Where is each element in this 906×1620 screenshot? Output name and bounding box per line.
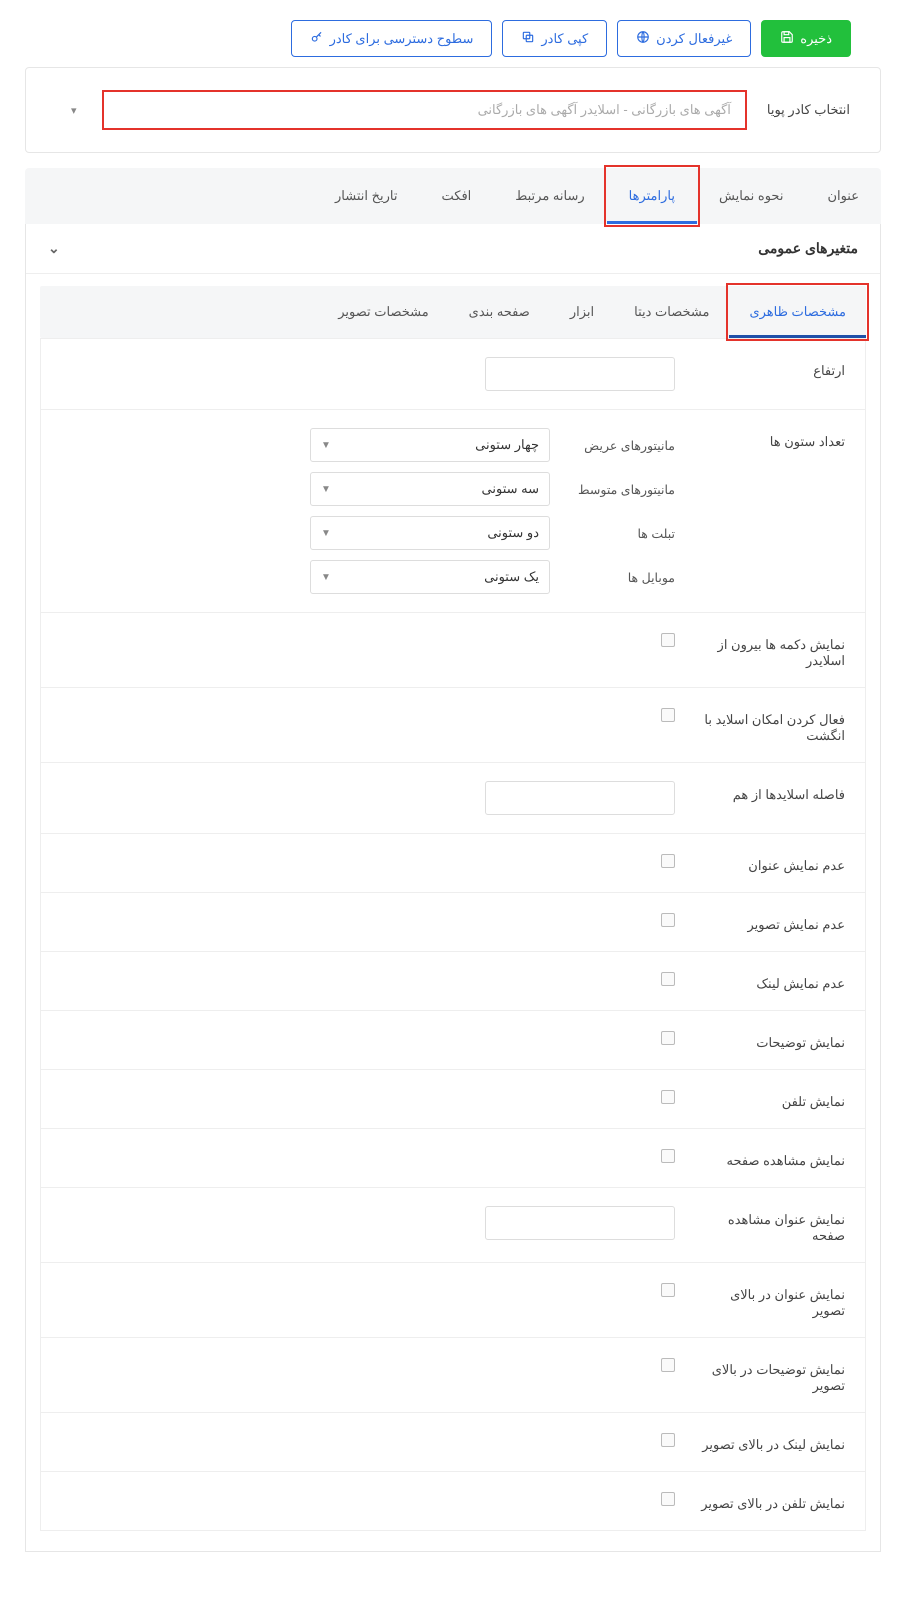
tab-media[interactable]: رسانه مرتبط [493, 168, 606, 224]
sublabel-wide: مانیتورهای عریض [565, 438, 675, 453]
field-label: فعال کردن امکان اسلاید با انگشت [695, 706, 845, 744]
tab-parameters[interactable]: پارامترها [607, 168, 697, 224]
mobiles-select[interactable]: یک ستونی ▼ [310, 560, 550, 594]
button-label: غیرفعال کردن [656, 31, 732, 47]
field-label: ارتفاع [695, 357, 845, 379]
row-columns: تعداد ستون ها مانیتورهای عریض چهار ستونی… [40, 410, 866, 613]
copy-icon [521, 30, 535, 47]
title-over-image-checkbox[interactable] [661, 1283, 675, 1297]
field-label: تعداد ستون ها [695, 428, 845, 450]
copy-button[interactable]: کپی کادر [502, 20, 607, 57]
field-label: فاصله اسلایدها از هم [695, 781, 845, 803]
field-label: عدم نمایش عنوان [695, 852, 845, 874]
selector-panel: انتخاب کادر پویا آگهی های بازرگانی - اسل… [25, 67, 881, 153]
subtab-tools[interactable]: ابزار [550, 286, 614, 338]
field-label: نمایش دکمه ها بیرون از اسلایدر [695, 631, 845, 669]
save-button[interactable]: ذخیره [761, 20, 851, 57]
subtab-data[interactable]: مشخصات دیتا [614, 286, 729, 338]
button-label: ذخیره [800, 31, 832, 47]
globe-icon [636, 30, 650, 47]
row-link-over-image: نمایش لینک در بالای تصویر [40, 1413, 866, 1472]
row-show-view-page: نمایش مشاهده صفحه [40, 1129, 866, 1188]
select-value: دو ستونی [487, 525, 539, 541]
selector-label: انتخاب کادر پویا [767, 102, 850, 118]
button-label: سطوح دسترسی برای کادر [330, 31, 474, 47]
row-height: ارتفاع [40, 338, 866, 410]
hide-title-checkbox[interactable] [661, 854, 675, 868]
row-view-page-title: نمایش عنوان مشاهده صفحه [40, 1188, 866, 1263]
row-hide-image: عدم نمایش تصویر [40, 893, 866, 952]
chevron-down-icon: ▼ [321, 572, 331, 583]
field-label: نمایش عنوان مشاهده صفحه [695, 1206, 845, 1244]
mid-monitors-select[interactable]: سه ستونی ▼ [310, 472, 550, 506]
save-icon [780, 30, 794, 47]
hide-image-checkbox[interactable] [661, 913, 675, 927]
show-phone-checkbox[interactable] [661, 1090, 675, 1104]
row-title-over-image: نمایش عنوان در بالای تصویر [40, 1263, 866, 1338]
deactivate-button[interactable]: غیرفعال کردن [617, 20, 751, 57]
row-hide-title: عدم نمایش عنوان [40, 834, 866, 893]
tablets-select[interactable]: دو ستونی ▼ [310, 516, 550, 550]
field-label: نمایش تلفن در بالای تصویر [695, 1490, 845, 1512]
tab-publish-date[interactable]: تاریخ انتشار [313, 168, 419, 224]
field-label: نمایش توضیحات در بالای تصویر [695, 1356, 845, 1394]
row-show-phone: نمایش تلفن [40, 1070, 866, 1129]
desc-over-image-checkbox[interactable] [661, 1358, 675, 1372]
touch-slide-checkbox[interactable] [661, 708, 675, 722]
field-label: نمایش تلفن [695, 1088, 845, 1110]
select-value: آگهی های بازرگانی - اسلایدر آگهی های باز… [478, 102, 731, 117]
chevron-down-icon: ▼ [321, 484, 331, 495]
sublabel-tablets: تبلت ها [565, 526, 675, 541]
row-phone-over-image: نمایش تلفن در بالای تصویر [40, 1472, 866, 1531]
select-value: یک ستونی [484, 569, 539, 585]
sublabel-mid: مانیتورهای متوسط [565, 482, 675, 497]
tab-effect[interactable]: افکت [420, 168, 494, 224]
sublabel-mobiles: موبایل ها [565, 570, 675, 585]
row-touch-slide: فعال کردن امکان اسلاید با انگشت [40, 688, 866, 763]
chevron-down-icon: ▼ [321, 440, 331, 451]
tab-display[interactable]: نحوه نمایش [697, 168, 805, 224]
subtab-image-spec[interactable]: مشخصات تصویر [318, 286, 448, 338]
show-desc-checkbox[interactable] [661, 1031, 675, 1045]
field-label: نمایش لینک در بالای تصویر [695, 1431, 845, 1453]
row-hide-link: عدم نمایش لینک [40, 952, 866, 1011]
row-slide-gap: فاصله اسلایدها از هم [40, 763, 866, 834]
chevron-down-icon: ⌄ [48, 240, 60, 257]
button-label: کپی کادر [541, 31, 588, 47]
show-view-page-checkbox[interactable] [661, 1149, 675, 1163]
view-page-title-input[interactable] [485, 1206, 675, 1240]
subtab-appearance[interactable]: مشخصات ظاهری [729, 286, 866, 338]
field-label: عدم نمایش تصویر [695, 911, 845, 933]
buttons-outside-checkbox[interactable] [661, 633, 675, 647]
row-buttons-outside: نمایش دکمه ها بیرون از اسلایدر [40, 613, 866, 688]
main-tabs: عنوان نحوه نمایش پارامترها رسانه مرتبط ا… [25, 168, 881, 224]
key-icon [310, 30, 324, 47]
row-show-desc: نمایش توضیحات [40, 1011, 866, 1070]
select-value: چهار ستونی [475, 437, 539, 453]
tab-title[interactable]: عنوان [805, 168, 881, 224]
slide-gap-input[interactable] [485, 781, 675, 815]
sub-tabs: مشخصات ظاهری مشخصات دیتا ابزار صفحه بندی… [40, 286, 866, 338]
subtab-pagination[interactable]: صفحه بندی [449, 286, 550, 338]
link-over-image-checkbox[interactable] [661, 1433, 675, 1447]
accordion-title: متغیرهای عمومی [758, 240, 858, 257]
field-label: نمایش توضیحات [695, 1029, 845, 1051]
chevron-down-icon: ▼ [321, 528, 331, 539]
chevron-down-icon[interactable]: ▾ [56, 104, 92, 117]
field-label: عدم نمایش لینک [695, 970, 845, 992]
wide-monitors-select[interactable]: چهار ستونی ▼ [310, 428, 550, 462]
accordion-general-vars[interactable]: متغیرهای عمومی ⌄ [26, 224, 880, 274]
access-levels-button[interactable]: سطوح دسترسی برای کادر [291, 20, 493, 57]
height-input[interactable] [485, 357, 675, 391]
hide-link-checkbox[interactable] [661, 972, 675, 986]
dynamic-box-select[interactable]: آگهی های بازرگانی - اسلایدر آگهی های باز… [102, 90, 747, 130]
select-value: سه ستونی [482, 481, 539, 497]
phone-over-image-checkbox[interactable] [661, 1492, 675, 1506]
row-desc-over-image: نمایش توضیحات در بالای تصویر [40, 1338, 866, 1413]
field-label: نمایش مشاهده صفحه [695, 1147, 845, 1169]
field-label: نمایش عنوان در بالای تصویر [695, 1281, 845, 1319]
